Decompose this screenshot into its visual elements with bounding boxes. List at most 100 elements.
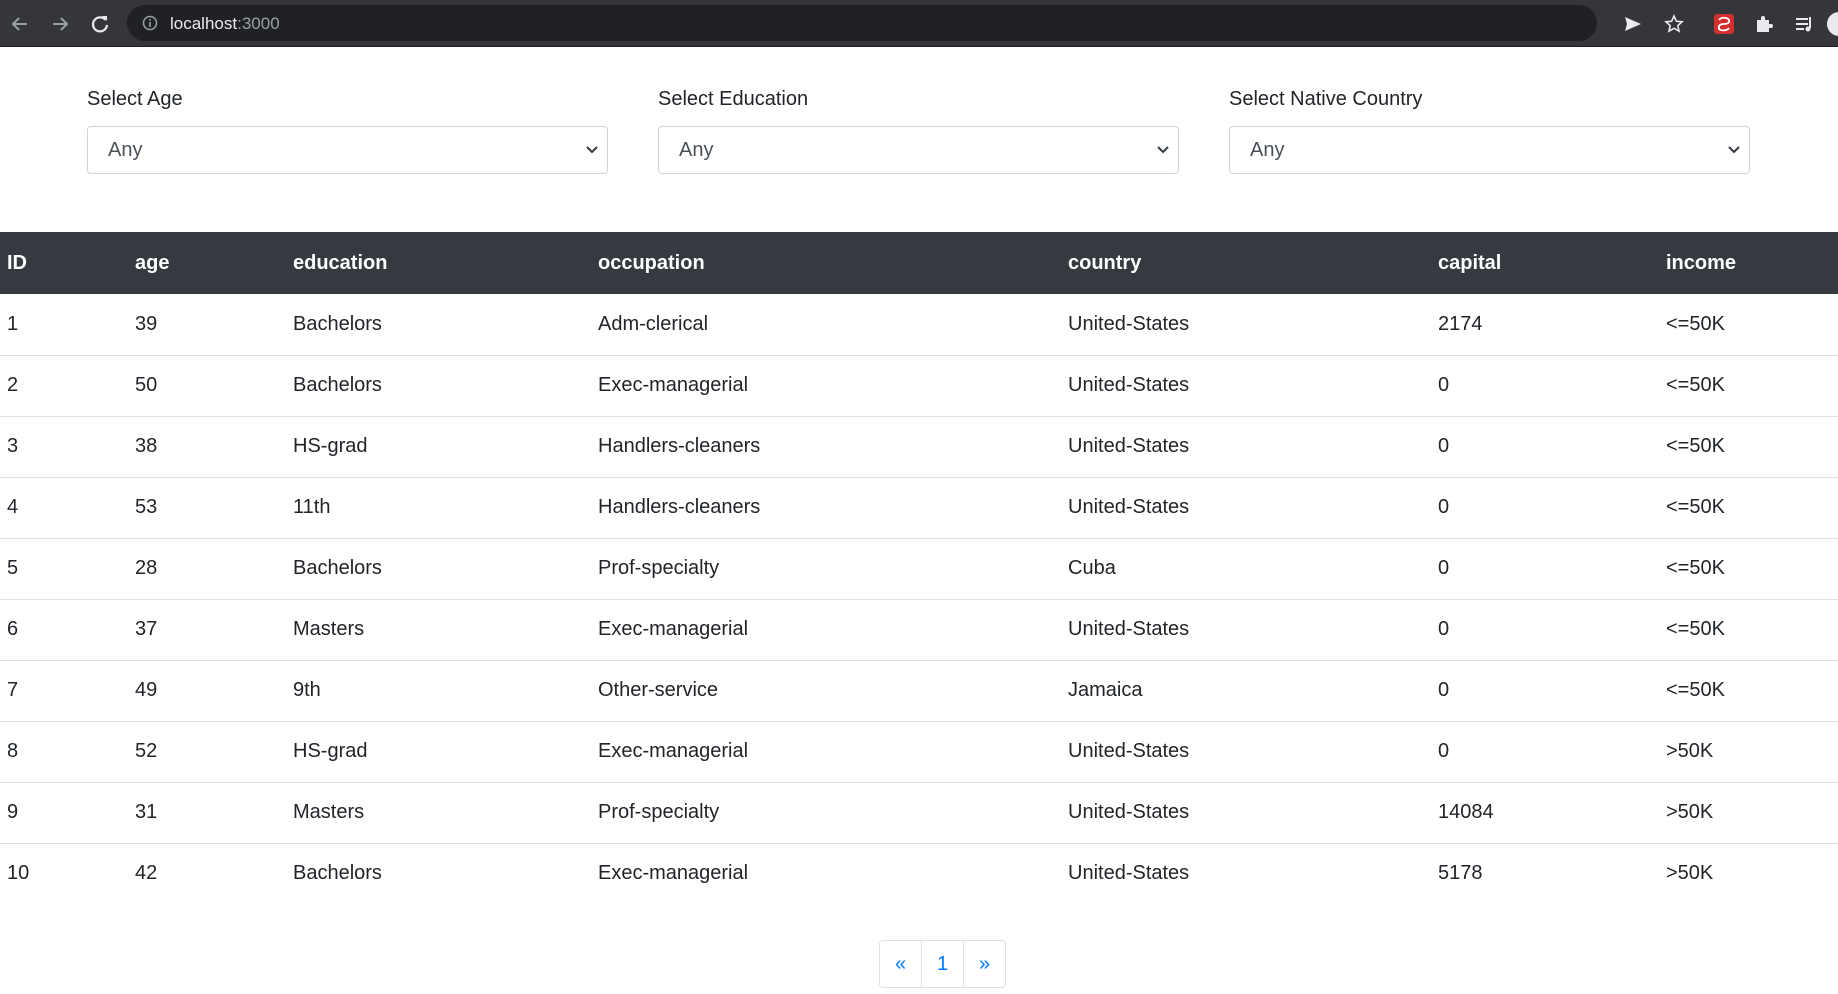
cell-capital: 2174	[1431, 294, 1659, 356]
pagination-page-button[interactable]: 1	[921, 940, 964, 988]
back-arrow-icon[interactable]	[8, 12, 32, 36]
profile-icon[interactable]	[1826, 11, 1838, 37]
cell-occupation: Other-service	[591, 660, 1061, 722]
cell-income: <=50K	[1659, 294, 1838, 356]
cell-capital: 0	[1431, 416, 1659, 478]
cell-id: 6	[0, 599, 128, 661]
table-row[interactable]: 10 42 Bachelors Exec-managerial United-S…	[0, 843, 1838, 904]
cell-occupation: Adm-clerical	[591, 294, 1061, 356]
cell-capital: 0	[1431, 538, 1659, 600]
cell-age: 53	[128, 477, 286, 539]
age-select[interactable]: Any	[87, 126, 608, 174]
cell-income: >50K	[1659, 721, 1838, 783]
cell-education: Masters	[286, 782, 591, 844]
age-filter-label: Select Age	[87, 88, 183, 110]
cell-id: 9	[0, 782, 128, 844]
cell-country: Cuba	[1061, 538, 1431, 600]
table-row[interactable]: 1 39 Bachelors Adm-clerical United-State…	[0, 294, 1838, 356]
education-select[interactable]: Any	[658, 126, 1179, 174]
cell-id: 4	[0, 477, 128, 539]
cell-occupation: Exec-managerial	[591, 721, 1061, 783]
info-icon[interactable]	[142, 15, 158, 36]
cell-income: <=50K	[1659, 538, 1838, 600]
puzzle-icon[interactable]	[1751, 11, 1777, 37]
cell-age: 28	[128, 538, 286, 600]
table-row[interactable]: 9 31 Masters Prof-specialty United-State…	[0, 782, 1838, 844]
pagination: « 1 »	[879, 940, 1006, 988]
table-header: ID age education occupation country capi…	[0, 232, 1838, 294]
table-row[interactable]: 4 53 11th Handlers-cleaners United-State…	[0, 477, 1838, 539]
table-header-row: ID age education occupation country capi…	[0, 232, 1838, 294]
cell-occupation: Handlers-cleaners	[591, 416, 1061, 478]
table-body: 1 39 Bachelors Adm-clerical United-State…	[0, 294, 1838, 904]
cell-education: Bachelors	[286, 538, 591, 600]
cell-country: United-States	[1061, 599, 1431, 661]
country-select[interactable]: Any	[1229, 126, 1750, 174]
age-select-value: Any	[108, 139, 143, 161]
education-select-value: Any	[679, 139, 714, 161]
cell-country: United-States	[1061, 294, 1431, 356]
cell-occupation: Exec-managerial	[591, 599, 1061, 661]
table-row[interactable]: 5 28 Bachelors Prof-specialty Cuba 0 <=5…	[0, 538, 1838, 600]
cell-education: 11th	[286, 477, 591, 539]
cell-occupation: Prof-specialty	[591, 782, 1061, 844]
send-icon[interactable]	[1620, 11, 1646, 37]
cell-income: <=50K	[1659, 416, 1838, 478]
cell-age: 39	[128, 294, 286, 356]
cell-income: >50K	[1666, 862, 1714, 885]
education-filter: Select Education Any	[658, 87, 1179, 174]
country-select-value: Any	[1250, 139, 1285, 161]
pagination-prev-button[interactable]: «	[879, 940, 922, 988]
table-row[interactable]: 2 50 Bachelors Exec-managerial United-St…	[0, 355, 1838, 417]
chevron-down-icon	[1156, 143, 1170, 162]
cell-id: 3	[0, 416, 128, 478]
cell-income: >50K	[1659, 782, 1838, 844]
cell-country: United-States	[1068, 862, 1190, 885]
cell-occupation: Exec-managerial	[598, 862, 749, 885]
cell-id: 8	[0, 721, 128, 783]
column-header-income[interactable]: income	[1659, 232, 1838, 294]
country-filter: Select Native Country Any	[1229, 87, 1750, 174]
cell-capital: 0	[1431, 721, 1659, 783]
table-row[interactable]: 6 37 Masters Exec-managerial United-Stat…	[0, 599, 1838, 661]
cell-country: United-States	[1061, 355, 1431, 417]
cell-capital: 5178	[1438, 862, 1483, 885]
reload-icon[interactable]	[88, 12, 112, 36]
column-header-country[interactable]: country	[1061, 232, 1431, 294]
star-icon[interactable]	[1661, 11, 1687, 37]
pagination-next-button[interactable]: »	[963, 940, 1006, 988]
column-header-education[interactable]: education	[286, 232, 591, 294]
cell-income: <=50K	[1659, 477, 1838, 539]
column-header-occupation[interactable]: occupation	[591, 232, 1061, 294]
cell-id: 10	[7, 862, 30, 885]
column-header-capital[interactable]: capital	[1431, 232, 1659, 294]
cell-country: United-States	[1061, 416, 1431, 478]
cell-age: 50	[128, 355, 286, 417]
cell-country: United-States	[1061, 782, 1431, 844]
cell-id: 2	[0, 355, 128, 417]
column-header-age[interactable]: age	[128, 232, 286, 294]
url-text: localhost:3000	[170, 14, 280, 33]
table-row[interactable]: 7 49 9th Other-service Jamaica 0 <=50K	[0, 660, 1838, 722]
table-row[interactable]: 3 38 HS-grad Handlers-cleaners United-St…	[0, 416, 1838, 478]
cell-age: 31	[128, 782, 286, 844]
cell-education: 9th	[286, 660, 591, 722]
table-row[interactable]: 8 52 HS-grad Exec-managerial United-Stat…	[0, 721, 1838, 783]
chevron-down-icon	[1727, 143, 1741, 162]
cell-age: 42	[135, 862, 158, 885]
cell-education: Bachelors	[293, 862, 382, 885]
media-queue-icon[interactable]	[1791, 11, 1817, 37]
cell-education: HS-grad	[286, 416, 591, 478]
cell-capital: 0	[1431, 355, 1659, 417]
column-header-id[interactable]: ID	[0, 232, 128, 294]
forward-arrow-icon[interactable]	[48, 12, 72, 36]
cell-country: Jamaica	[1061, 660, 1431, 722]
cell-id: 5	[0, 538, 128, 600]
cell-age: 52	[128, 721, 286, 783]
address-bar[interactable]: localhost:3000	[127, 5, 1597, 41]
cell-capital: 0	[1431, 599, 1659, 661]
cell-education: HS-grad	[286, 721, 591, 783]
cell-country: United-States	[1061, 721, 1431, 783]
age-filter: Select Age Any	[87, 87, 608, 174]
extension-red-icon[interactable]	[1711, 11, 1737, 37]
